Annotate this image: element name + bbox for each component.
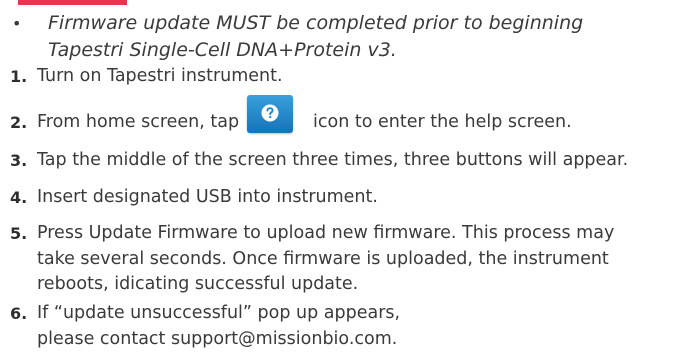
step-number: 4. (10, 188, 28, 207)
step-text: Turn on Tapestri instrument. (37, 66, 283, 86)
help-question-icon (247, 95, 293, 133)
step-text: Insert designated USB into instrument. (37, 187, 378, 207)
section-tab-accent (18, 0, 127, 5)
note-bullet: • (12, 14, 22, 33)
step-number: 1. (10, 67, 28, 86)
step-text: Tap the middle of the screen three times… (37, 150, 629, 170)
step-number: 5. (10, 224, 28, 243)
step-text-after-icon: icon to enter the help screen. (313, 112, 572, 132)
step-text: Press Update Firmware to upload new firm… (37, 223, 615, 294)
step-number: 6. (10, 304, 28, 323)
note-text: Firmware update MUST be completed prior … (48, 12, 584, 61)
step-text: If “update unsuccessful” pop up appears,… (37, 303, 401, 349)
step-number: 2. (10, 113, 28, 132)
step-number: 3. (10, 151, 28, 170)
